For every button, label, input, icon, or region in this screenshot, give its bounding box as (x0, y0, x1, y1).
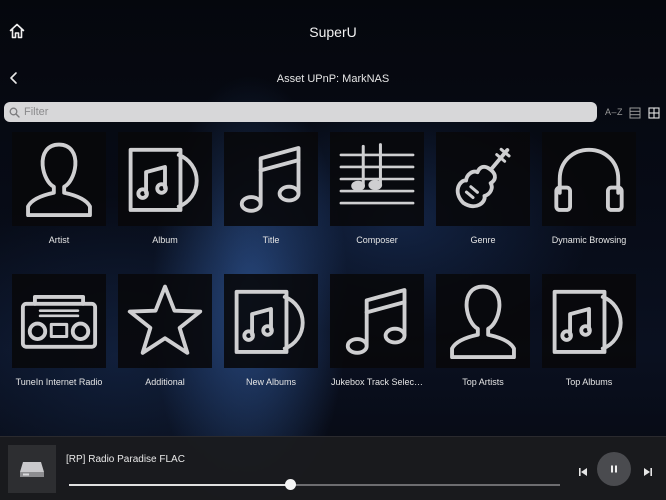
tile-album[interactable]: Album (112, 132, 218, 245)
tile-art (542, 274, 636, 368)
tile-label: Album (152, 235, 178, 245)
tile-label: Title (262, 235, 280, 245)
now-playing-bar: [RP] Radio Paradise FLAC (0, 436, 666, 500)
person-icon (26, 142, 92, 218)
now-playing-title: [RP] Radio Paradise FLAC (66, 454, 185, 465)
sheet-music-icon (339, 143, 415, 205)
next-track-button[interactable] (643, 464, 653, 476)
tile-label: Additional (145, 377, 185, 387)
tile-label: Genre (470, 235, 496, 245)
tile-art (224, 132, 318, 226)
album-icon (552, 289, 623, 354)
tile-dynamic-browsing[interactable]: Dynamic Browsing (536, 132, 642, 245)
tile-art (330, 274, 424, 368)
skip-next-icon (644, 468, 652, 476)
music-note-icon (345, 288, 407, 355)
tile-art (542, 132, 636, 226)
tile-art (118, 274, 212, 368)
tile-top-artists[interactable]: Top Artists (430, 274, 536, 387)
sort-az-button[interactable]: A–Z (605, 107, 623, 117)
tile-label: Jukebox Track Selec… (330, 377, 424, 387)
app-title: SuperU (309, 24, 357, 40)
music-note-icon (239, 146, 301, 213)
list-view-icon (629, 107, 641, 119)
album-icon (128, 147, 199, 212)
tile-jukebox-track-selection[interactable]: Jukebox Track Selec… (324, 274, 430, 387)
pause-button[interactable] (597, 452, 631, 486)
skip-previous-icon (579, 468, 587, 476)
tile-art (12, 274, 106, 368)
tile-label: TuneIn Internet Radio (15, 377, 103, 387)
seek-progress (69, 484, 290, 486)
tile-title[interactable]: Title (218, 132, 324, 245)
server-title: Asset UPnP: MarkNAS (276, 73, 390, 85)
search-icon (9, 107, 20, 118)
star-icon (127, 284, 203, 355)
headphones-icon (554, 147, 624, 212)
tile-label: Top Artists (462, 377, 504, 387)
pause-icon (611, 465, 617, 473)
seek-handle[interactable] (284, 479, 296, 490)
tile-tunein-radio[interactable]: TuneIn Internet Radio (6, 274, 112, 387)
grid-view-icon (648, 107, 660, 119)
tile-label: Composer (356, 235, 398, 245)
list-view-button[interactable] (629, 106, 641, 119)
person-icon (450, 284, 516, 360)
tile-art (436, 274, 530, 368)
previous-track-button[interactable] (578, 464, 588, 476)
filter-input[interactable] (24, 106, 584, 118)
tile-art (436, 132, 530, 226)
tile-art (118, 132, 212, 226)
violin-icon (455, 147, 511, 209)
boombox-icon (20, 294, 98, 349)
tile-label: Top Albums (565, 377, 613, 387)
tile-art (12, 132, 106, 226)
tile-new-albums[interactable]: New Albums (218, 274, 324, 387)
grid-view-button[interactable] (648, 106, 660, 119)
tile-art (330, 132, 424, 226)
top-bar: SuperU (0, 0, 666, 62)
now-playing-artwork[interactable] (8, 445, 56, 493)
tile-genre[interactable]: Genre (430, 132, 536, 245)
tile-composer[interactable]: Composer (324, 132, 430, 245)
streamer-device-icon (20, 462, 44, 477)
filter-bar[interactable] (4, 102, 597, 122)
seek-bar[interactable] (69, 479, 560, 490)
tile-label: New Albums (245, 377, 297, 387)
tile-top-albums[interactable]: Top Albums (536, 274, 642, 387)
tile-label: Dynamic Browsing (551, 235, 627, 245)
tile-artist[interactable]: Artist (6, 132, 112, 245)
tile-art (224, 274, 318, 368)
tile-additional[interactable]: Additional (112, 274, 218, 387)
tile-label: Artist (48, 235, 70, 245)
album-icon (234, 289, 305, 354)
